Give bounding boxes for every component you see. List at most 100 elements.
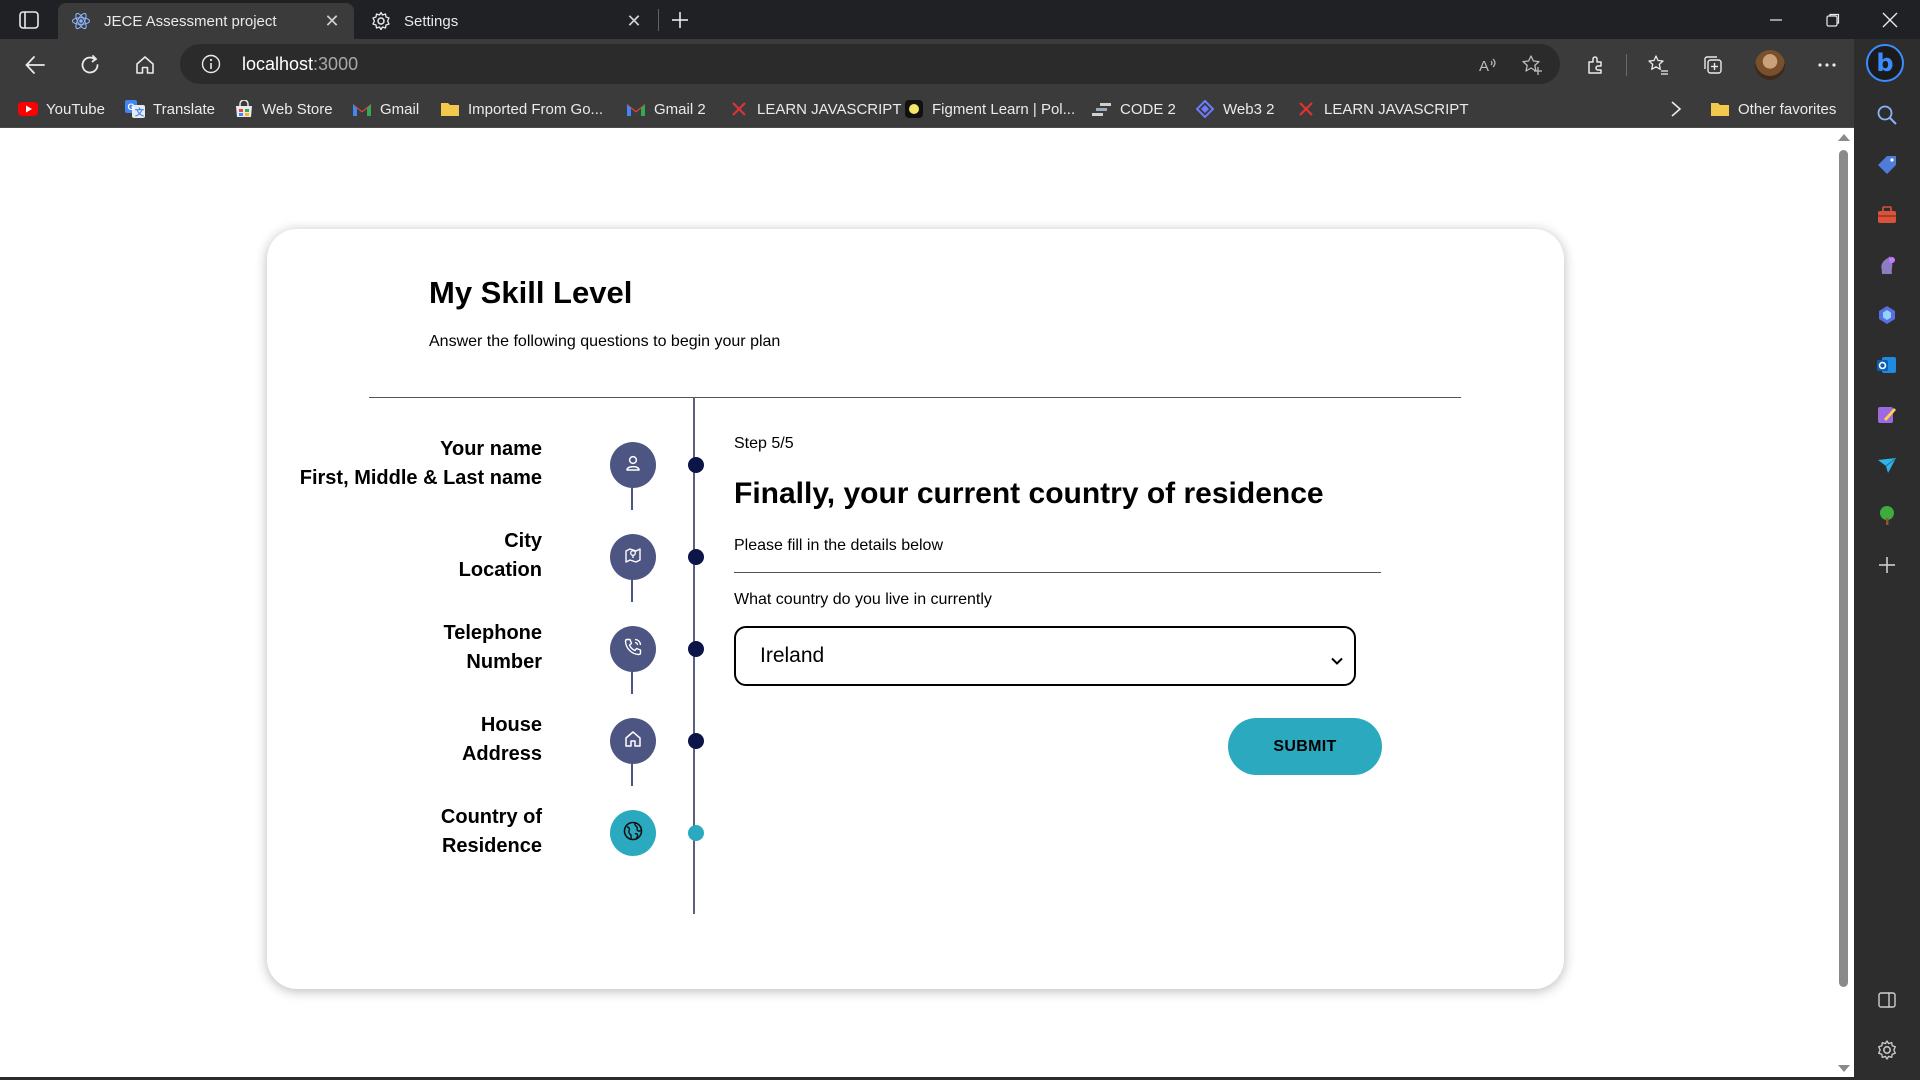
tab-actions-icon[interactable] <box>14 8 44 32</box>
tab-settings[interactable]: Settings ✕ <box>358 3 656 39</box>
shopping-tag-icon[interactable] <box>1873 151 1901 179</box>
gmail-icon <box>626 100 646 118</box>
web3-icon <box>1195 100 1215 118</box>
country-select-value: Ireland <box>760 644 825 667</box>
page-scrollbar[interactable] <box>1834 128 1854 1080</box>
chevron-down-icon[interactable] <box>1330 650 1344 674</box>
step-circle <box>610 810 656 856</box>
minimize-button[interactable] <box>1748 0 1804 39</box>
step-label: City Location <box>458 530 542 581</box>
x-icon <box>729 100 749 118</box>
svg-text:A: A <box>1479 58 1489 75</box>
add-favorite-icon[interactable] <box>1520 53 1544 77</box>
read-aloud-icon[interactable]: A <box>1476 53 1500 77</box>
bookmark-learn-javascript[interactable]: LEARN JAVASCRIPT <box>729 97 901 121</box>
close-icon[interactable]: ✕ <box>624 11 644 31</box>
browser-toolbar: localhost:3000 A <box>0 39 1854 89</box>
more-options-icon[interactable] <box>1811 49 1843 81</box>
games-icon[interactable] <box>1873 251 1901 279</box>
toolbar-divider <box>1626 54 1627 76</box>
window-close-button[interactable] <box>1862 0 1918 39</box>
designer-icon[interactable] <box>1873 401 1901 429</box>
scrollbar-thumb[interactable] <box>1839 150 1848 987</box>
close-icon[interactable]: ✕ <box>322 11 342 31</box>
url-text: localhost:3000 <box>242 54 359 74</box>
chevron-right-icon[interactable] <box>1664 97 1688 121</box>
scroll-up-icon[interactable] <box>1838 134 1850 141</box>
bookmark-code-2[interactable]: CODE 2 <box>1092 97 1176 121</box>
step-circle <box>610 718 656 764</box>
back-button[interactable] <box>19 49 51 81</box>
step-city[interactable]: City Location <box>307 527 704 587</box>
bookmarks-bar: YouTube G文 Translate Web Store Gmail Imp… <box>0 89 1854 128</box>
tree-icon[interactable] <box>1873 501 1901 529</box>
country-label: What country do you live in currently <box>734 591 992 608</box>
bookmark-gmail[interactable]: Gmail <box>352 97 419 121</box>
bookmark-gmail-2[interactable]: Gmail 2 <box>626 97 706 121</box>
bookmark-imported-folder[interactable]: Imported From Go... <box>440 97 603 121</box>
form-hint: Please fill in the details below <box>734 537 944 554</box>
add-icon[interactable] <box>1873 551 1901 579</box>
step-telephone[interactable]: Telephone Number <box>307 619 704 679</box>
address-bar[interactable]: localhost:3000 A <box>180 44 1560 84</box>
step-your-name[interactable]: Your name First, Middle & Last name <box>300 435 704 495</box>
collections-icon[interactable] <box>1697 49 1729 81</box>
svg-text:文: 文 <box>134 107 145 119</box>
tab-jece-assessment[interactable]: JECE Assessment project ✕ <box>58 3 354 39</box>
step-label: Your name First, Middle & Last name <box>299 438 542 489</box>
new-tab-button[interactable] <box>666 6 694 34</box>
tab-separator <box>658 9 659 31</box>
step-label: House Address <box>461 714 542 765</box>
step-label: Country of Residence <box>440 806 542 857</box>
step-dot <box>688 825 704 841</box>
bookmark-web3-2[interactable]: Web3 2 <box>1195 97 1274 121</box>
home-icon <box>624 730 642 753</box>
edge-sidebar <box>1854 39 1920 1080</box>
tools-icon[interactable] <box>1873 201 1901 229</box>
home-button[interactable] <box>129 49 161 81</box>
header-divider <box>369 397 1461 398</box>
outlook-icon[interactable] <box>1873 351 1901 379</box>
send-icon[interactable] <box>1873 451 1901 479</box>
step-circle <box>610 442 656 488</box>
sidebar-settings-icon[interactable] <box>1873 1036 1901 1064</box>
bookmark-youtube[interactable]: YouTube <box>18 97 105 121</box>
bookmark-other-favorites[interactable]: Other favorites <box>1710 97 1836 121</box>
submit-button[interactable]: SUBMIT <box>1228 718 1382 775</box>
bookmark-learn-javascript-2[interactable]: LEARN JAVASCRIPT <box>1296 97 1468 121</box>
step-indicator: Step 5/5 <box>734 435 794 452</box>
scroll-down-icon[interactable] <box>1838 1065 1850 1072</box>
svg-text:G: G <box>128 102 135 112</box>
code-icon <box>1092 100 1112 118</box>
youtube-icon <box>18 100 38 118</box>
step-circle <box>610 534 656 580</box>
favorites-icon[interactable] <box>1642 49 1674 81</box>
copilot-app-icon[interactable] <box>1873 301 1901 329</box>
step-house-address[interactable]: House Address <box>307 711 704 771</box>
tab-title: JECE Assessment project <box>104 12 277 30</box>
profile-avatar[interactable] <box>1755 50 1785 80</box>
step-circle <box>610 626 656 672</box>
bookmark-web-store[interactable]: Web Store <box>234 97 333 121</box>
country-select[interactable]: Ireland <box>734 626 1356 686</box>
web-store-icon <box>234 100 254 118</box>
step-label: Telephone Number <box>443 622 542 673</box>
gear-icon <box>370 10 392 32</box>
bookmark-figment-learn[interactable]: Figment Learn | Pol... <box>904 97 1075 121</box>
search-icon[interactable] <box>1873 101 1901 129</box>
info-icon[interactable] <box>200 53 222 75</box>
skill-level-card: My Skill Level Answer the following ques… <box>267 229 1564 989</box>
extensions-icon[interactable] <box>1580 49 1612 81</box>
step-country-of-residence[interactable]: Country of Residence <box>307 803 704 863</box>
page-title: My Skill Level <box>429 275 633 310</box>
page-subtitle: Answer the following questions to begin … <box>429 333 781 350</box>
step-dot <box>688 549 704 565</box>
refresh-button[interactable] <box>74 49 106 81</box>
gmail-icon <box>352 100 372 118</box>
folder-icon <box>440 100 460 118</box>
restore-button[interactable] <box>1805 0 1861 39</box>
react-icon <box>70 10 92 32</box>
copilot-icon[interactable]: b <box>1866 44 1904 82</box>
sidebar-panel-icon[interactable] <box>1873 986 1901 1014</box>
bookmark-translate[interactable]: G文 Translate <box>125 97 215 121</box>
